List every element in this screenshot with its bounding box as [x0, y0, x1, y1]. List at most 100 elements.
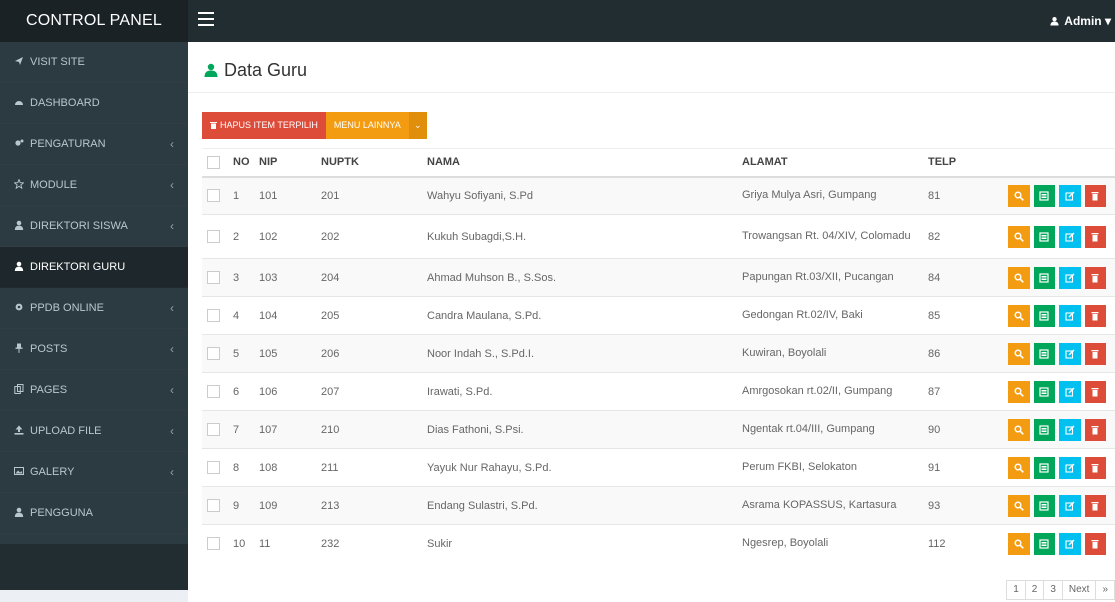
- delete-selected-button[interactable]: HAPUS ITEM TERPILIH: [202, 112, 326, 139]
- view-button[interactable]: [1008, 532, 1030, 555]
- row-checkbox[interactable]: [207, 461, 220, 474]
- view-button[interactable]: [1008, 304, 1030, 327]
- brand-logo[interactable]: CONTROL PANEL: [0, 0, 188, 42]
- sidebar-item-pengaturan[interactable]: PENGATURAN ‹: [0, 124, 188, 165]
- view-button[interactable]: [1008, 184, 1030, 207]
- edit-button[interactable]: [1059, 184, 1081, 207]
- row-actions: [1003, 410, 1115, 449]
- page-link[interactable]: »: [1095, 580, 1115, 600]
- detail-button[interactable]: [1033, 532, 1055, 555]
- view-button[interactable]: [1008, 266, 1030, 289]
- table-row[interactable]: 5 105 206 Noor Indah S., S.Pd.I. Kuwiran, Bo…: [202, 334, 1115, 373]
- cell-nama: Noor Indah S., S.Pd.I.: [422, 334, 737, 373]
- edit-button[interactable]: [1059, 380, 1081, 403]
- edit-button[interactable]: [1059, 342, 1081, 365]
- delete-button[interactable]: [1084, 532, 1106, 555]
- delete-button[interactable]: [1084, 456, 1106, 479]
- detail-button[interactable]: [1033, 342, 1055, 365]
- user-icon: [1050, 17, 1059, 26]
- search-icon: [1014, 386, 1024, 397]
- row-checkbox[interactable]: [207, 230, 220, 243]
- page-link[interactable]: 2: [1024, 580, 1045, 600]
- row-checkbox[interactable]: [207, 189, 220, 203]
- cell-nip: 106: [254, 372, 316, 411]
- divider: [188, 92, 1115, 93]
- sidebar-item-posts[interactable]: POSTS ‹: [0, 329, 188, 370]
- sidebar-item-upload-file[interactable]: UPLOAD FILE ‹: [0, 411, 188, 452]
- view-button[interactable]: [1008, 418, 1030, 441]
- delete-button[interactable]: [1084, 380, 1106, 403]
- page-link[interactable]: 3: [1043, 580, 1063, 600]
- table-row[interactable]: 2 102 202 Kukuh Subagdi,S.H. Trowangsan Rt. …: [202, 214, 1115, 259]
- star-icon: [14, 179, 24, 189]
- edit-button[interactable]: [1059, 532, 1081, 555]
- cell-alamat: Gedongan Rt.02/IV, Baki: [737, 296, 923, 335]
- chevron-down-icon[interactable]: ⌄: [408, 112, 427, 139]
- detail-button[interactable]: [1033, 418, 1055, 441]
- edit-button[interactable]: [1059, 418, 1081, 441]
- page-link[interactable]: 1: [1006, 580, 1026, 600]
- delete-button[interactable]: [1084, 225, 1106, 248]
- sidebar-item-label: PAGES: [30, 384, 68, 396]
- sidebar-item-direktori-guru[interactable]: DIREKTORI GURU: [0, 247, 188, 288]
- delete-button[interactable]: [1084, 418, 1106, 441]
- edit-button[interactable]: [1059, 304, 1081, 327]
- table-row[interactable]: 7 107 210 Dias Fathoni, S.Psi. Ngentak rt.04…: [202, 410, 1115, 449]
- sidebar-item-direktori-siswa[interactable]: DIREKTORI SISWA ‹: [0, 206, 188, 247]
- detail-button[interactable]: [1033, 266, 1055, 289]
- view-button[interactable]: [1008, 494, 1030, 517]
- table-row[interactable]: 8 108 211 Yayuk Nur Rahayu, S.Pd. Perum FKBI…: [202, 448, 1115, 487]
- delete-button[interactable]: [1084, 342, 1106, 365]
- table-row[interactable]: 1 101 201 Wahyu Sofiyani, S.Pd Griya Mulya A…: [202, 176, 1115, 215]
- row-checkbox[interactable]: [207, 499, 220, 512]
- edit-button[interactable]: [1059, 456, 1081, 479]
- detail-button[interactable]: [1033, 184, 1055, 207]
- table-row[interactable]: 4 104 205 Candra Maulana, S.Pd. Gedongan Rt.…: [202, 296, 1115, 335]
- row-checkbox[interactable]: [207, 423, 220, 436]
- sidebar-item-galery[interactable]: GALERY ‹: [0, 452, 188, 493]
- sidebar-item-pengguna[interactable]: PENGGUNA: [0, 493, 188, 534]
- sidebar-item-pages[interactable]: PAGES ‹: [0, 370, 188, 411]
- more-menu-button[interactable]: MENU LAINNYA: [325, 112, 409, 139]
- edit-button[interactable]: [1059, 266, 1081, 289]
- view-button[interactable]: [1008, 380, 1030, 403]
- menu-toggle-icon[interactable]: [198, 12, 214, 26]
- delete-button[interactable]: [1084, 304, 1106, 327]
- delete-button[interactable]: [1084, 266, 1106, 289]
- row-checkbox[interactable]: [207, 537, 220, 551]
- table-row[interactable]: 9 109 213 Endang Sulastri, S.Pd. Asrama KOPA…: [202, 486, 1115, 525]
- edit-button[interactable]: [1059, 225, 1081, 248]
- detail-button[interactable]: [1033, 494, 1055, 517]
- table-row[interactable]: 3 103 204 Ahmad Muhson B., S.Sos. Papungan R…: [202, 258, 1115, 297]
- sidebar-item-visit-site[interactable]: VISIT SITE: [0, 42, 188, 83]
- cell-telp: 87: [923, 372, 1003, 411]
- view-button[interactable]: [1008, 456, 1030, 479]
- detail-button[interactable]: [1033, 456, 1055, 479]
- delete-button[interactable]: [1084, 184, 1106, 207]
- sidebar-item-ppdb-online[interactable]: PPDB ONLINE ‹: [0, 288, 188, 329]
- user-menu[interactable]: Admin ▾: [1050, 0, 1115, 42]
- delete-button[interactable]: [1084, 494, 1106, 517]
- edit-button[interactable]: [1059, 494, 1081, 517]
- search-icon: [1014, 539, 1024, 549]
- select-all-checkbox[interactable]: [207, 155, 220, 169]
- row-checkbox[interactable]: [207, 271, 220, 284]
- detail-button[interactable]: [1033, 380, 1055, 403]
- trash-icon: [1091, 425, 1099, 434]
- sidebar-item-dashboard[interactable]: DASHBOARD: [0, 83, 188, 124]
- view-button[interactable]: [1008, 342, 1030, 365]
- page-link[interactable]: Next: [1061, 580, 1097, 600]
- table-row[interactable]: 6 106 207 Irawati, S.Pd. Amrgosokan rt.02/II…: [202, 372, 1115, 411]
- sidebar-item-module[interactable]: MODULE ‹: [0, 165, 188, 206]
- row-checkbox[interactable]: [207, 347, 220, 360]
- detail-button[interactable]: [1033, 304, 1055, 327]
- page-title-text: Data Guru: [224, 60, 308, 80]
- row-checkbox[interactable]: [207, 309, 220, 322]
- view-button[interactable]: [1008, 225, 1030, 248]
- table-row[interactable]: 10 11 232 Sukir Ngesrep, Boyolali 112: [202, 524, 1115, 563]
- cell-telp: 82: [923, 214, 1003, 259]
- detail-button[interactable]: [1033, 225, 1055, 248]
- pages-icon: [14, 384, 24, 394]
- send-icon: [15, 57, 23, 65]
- row-checkbox[interactable]: [207, 385, 220, 398]
